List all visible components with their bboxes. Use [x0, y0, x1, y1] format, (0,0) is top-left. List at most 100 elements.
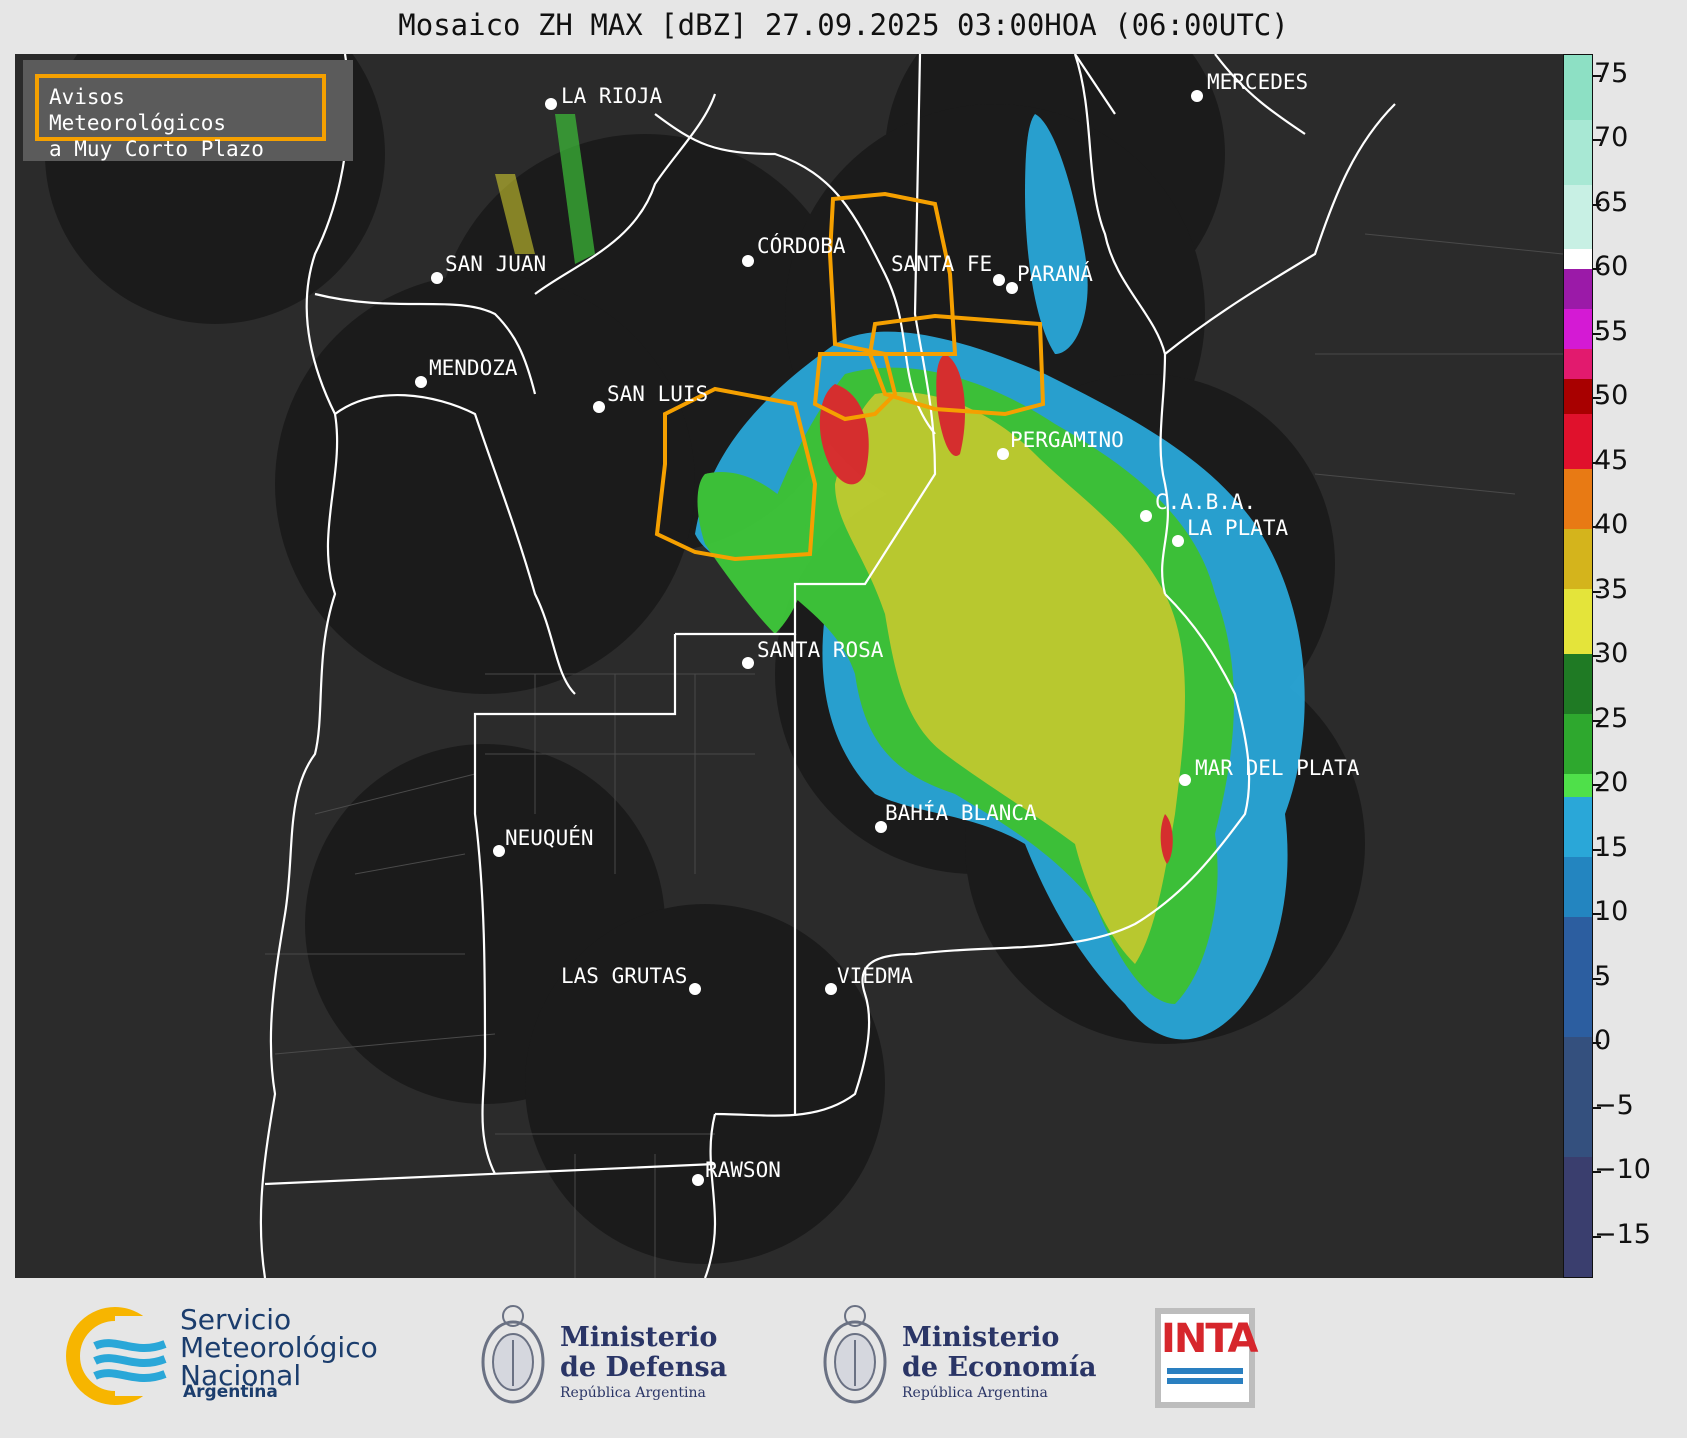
warning-legend: Avisos Meteorológicos a Muy Corto Plazo	[23, 60, 353, 161]
smn-name-line2: Meteorológico	[180, 1331, 378, 1364]
tick-35: 35	[1594, 574, 1629, 605]
city-dot-mar-del-plata[interactable]	[1179, 774, 1191, 786]
economia-logo-text[interactable]: Ministerio de Economía República Argenti…	[902, 1322, 1097, 1402]
tick-10: 10	[1594, 896, 1629, 927]
tick-70: 70	[1594, 122, 1629, 153]
city-label-la-rioja: LA RIOJA	[561, 84, 663, 108]
city-dot-la-plata[interactable]	[1172, 535, 1184, 547]
colorbar-26-30	[1564, 654, 1592, 714]
warning-legend-frame: Avisos Meteorológicos a Muy Corto Plazo	[35, 74, 326, 161]
colorbar-30-34	[1564, 589, 1592, 654]
smn-name: Servicio Meteorológico Nacional	[180, 1306, 378, 1390]
city-label-parana: PARANÁ	[1017, 262, 1093, 286]
city-label-rawson: RAWSON	[705, 1158, 781, 1182]
city-label-caba: C.A.B.A.	[1155, 490, 1257, 514]
smn-logo[interactable]	[65, 1306, 175, 1406]
smn-country: Argentina	[183, 1382, 278, 1402]
colorbar-neg10-0	[1564, 1037, 1592, 1157]
warning-legend-line1: Avisos Meteorológicos	[49, 85, 227, 135]
city-dot-santa-rosa[interactable]	[742, 657, 754, 669]
economia-line1: Ministerio	[902, 1322, 1060, 1353]
colorbar-neg18-neg10	[1564, 1157, 1592, 1277]
city-dot-neuquen[interactable]	[493, 845, 505, 857]
colorbar-60-65	[1564, 185, 1592, 249]
city-dot-cordoba[interactable]	[742, 255, 754, 267]
colorbar-47-50	[1564, 379, 1592, 414]
tick-neg10: −10	[1594, 1154, 1651, 1185]
smn-logo-icon	[66, 1307, 175, 1405]
tick-25: 25	[1594, 703, 1629, 734]
colorbar-55-60	[1564, 269, 1592, 309]
city-label-mendoza: MENDOZA	[429, 356, 518, 380]
tick-5: 5	[1594, 961, 1612, 992]
city-dot-mercedes[interactable]	[1191, 90, 1203, 102]
tick-30: 30	[1594, 638, 1629, 669]
city-label-san-juan: SAN JUAN	[445, 252, 547, 276]
colorbar-60	[1564, 249, 1592, 269]
inta-logo-inner: INTA	[1161, 1314, 1259, 1402]
inta-stripe-1	[1167, 1368, 1243, 1374]
tick-neg15: −15	[1594, 1219, 1651, 1250]
city-dot-mendoza[interactable]	[415, 376, 427, 388]
city-label-pergamino: PERGAMINO	[1010, 428, 1124, 452]
colorbar-65-70	[1564, 120, 1592, 185]
inta-logo[interactable]: INTA	[1155, 1308, 1259, 1408]
city-dot-las-grutas[interactable]	[689, 983, 701, 995]
tick-15: 15	[1594, 832, 1629, 863]
city-dot-san-luis[interactable]	[593, 401, 605, 413]
city-dot-san-juan[interactable]	[431, 272, 443, 284]
smn-name-line1: Servicio	[180, 1303, 292, 1336]
colorbar-42-47	[1564, 414, 1592, 469]
tick-60: 60	[1594, 251, 1629, 282]
defensa-line3: República Argentina	[560, 1385, 706, 1401]
tick-neg5: −5	[1594, 1090, 1634, 1121]
economia-line2: de Economía	[902, 1352, 1097, 1383]
economia-line3: República Argentina	[902, 1385, 1048, 1401]
city-label-mercedes: MERCEDES	[1207, 70, 1309, 94]
colorbar-18-22	[1564, 774, 1592, 797]
radar-map[interactable]: Avisos Meteorológicos a Muy Corto Plazo …	[15, 54, 1563, 1278]
city-dot-viedma[interactable]	[825, 983, 837, 995]
colorbar-70-77	[1564, 55, 1592, 120]
tick-20: 20	[1594, 767, 1629, 798]
city-dot-la-rioja[interactable]	[545, 98, 557, 110]
tick-45: 45	[1594, 445, 1629, 476]
colorbar-14-18	[1564, 797, 1592, 857]
city-label-la-plata: LA PLATA	[1187, 516, 1289, 540]
defensa-logo-text[interactable]: Ministerio de Defensa República Argentin…	[560, 1322, 728, 1402]
city-label-bahia-blanca: BAHÍA BLANCA	[885, 801, 1037, 825]
colorbar-22-26	[1564, 714, 1592, 774]
economia-seal-icon	[820, 1300, 890, 1415]
city-dot-pergamino[interactable]	[997, 448, 1009, 460]
defensa-line1: Ministerio	[560, 1322, 718, 1353]
tick-40: 40	[1594, 509, 1629, 540]
city-label-san-luis: SAN LUIS	[607, 382, 709, 406]
city-label-cordoba: CÓRDOBA	[757, 234, 846, 258]
inta-logo-text: INTA	[1161, 1316, 1259, 1362]
colorbar-8-14	[1564, 857, 1592, 917]
city-dot-caba[interactable]	[1140, 510, 1152, 522]
footer-logos: Servicio Meteorológico Nacional Argentin…	[0, 1278, 1687, 1438]
city-label-las-grutas: LAS GRUTAS	[561, 964, 688, 988]
tick-55: 55	[1594, 316, 1629, 347]
city-label-santa-fe: SANTA FE	[891, 252, 993, 276]
tick-50: 50	[1594, 380, 1629, 411]
defensa-line2: de Defensa	[560, 1352, 728, 1383]
colorbar-34-38	[1564, 529, 1592, 589]
colorbar-38-42	[1564, 469, 1592, 529]
tick-75: 75	[1594, 58, 1629, 89]
city-label-neuquen: NEUQUÉN	[505, 826, 594, 850]
colorbar-0-8	[1564, 917, 1592, 1037]
tick-65: 65	[1594, 187, 1629, 218]
city-label-santa-rosa: SANTA ROSA	[757, 638, 884, 662]
tick-0: 0	[1594, 1025, 1612, 1056]
map-title: Mosaico ZH MAX [dBZ] 27.09.2025 03:00HOA…	[398, 8, 1289, 42]
city-label-mar-del-plata: MAR DEL PLATA	[1195, 756, 1360, 780]
city-label-viedma: VIEDMA	[837, 964, 913, 988]
defensa-seal-icon	[478, 1300, 548, 1415]
warning-legend-line2: a Muy Corto Plazo	[49, 137, 264, 161]
city-dot-rawson[interactable]	[692, 1174, 704, 1186]
colorbar-50-52	[1564, 349, 1592, 379]
colorbar-52-55	[1564, 309, 1592, 349]
city-dot-santa-fe[interactable]	[993, 274, 1005, 286]
